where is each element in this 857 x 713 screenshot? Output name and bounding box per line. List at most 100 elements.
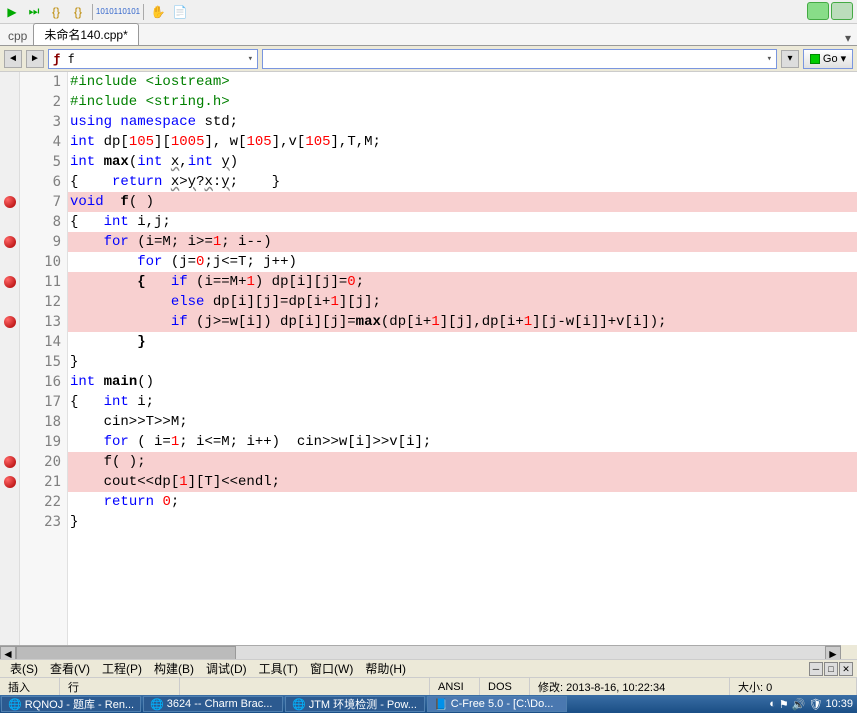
scope-combo[interactable] (262, 49, 777, 69)
line-number: 2 (20, 92, 61, 112)
taskbar-button[interactable]: 🌐3624 -- Charm Brac... (143, 696, 283, 712)
line-number: 16 (20, 372, 61, 392)
code-line[interactable]: { return x>y?x:y; } (68, 172, 857, 192)
code-line[interactable]: for (j=0;j<=T; j++) (68, 252, 857, 272)
breakpoint-gutter[interactable] (0, 72, 20, 645)
green-badge-icon[interactable] (807, 2, 829, 20)
taskbar-app-label: C-Free 5.0 - [C:\Do... (451, 698, 554, 710)
line-number: 20 (20, 452, 61, 472)
code-line[interactable]: { if (i==M+1) dp[i][j]=0; (68, 272, 857, 292)
code-line[interactable]: f( ); (68, 452, 857, 472)
line-number-gutter: 1234567891011121314151617181920212223 (20, 72, 68, 645)
code-line[interactable]: using namespace std; (68, 112, 857, 132)
line-number: 21 (20, 472, 61, 492)
code-line[interactable]: } (68, 512, 857, 532)
tab-prefix: cpp (2, 27, 33, 45)
code-line[interactable]: } (68, 352, 857, 372)
code-area[interactable]: #include <iostream>#include <string.h>us… (68, 72, 857, 645)
breakpoint-marker[interactable] (4, 316, 16, 328)
menu-item[interactable]: 构建(B) (150, 660, 198, 677)
line-number: 7 (20, 192, 61, 212)
line-number: 9 (20, 232, 61, 252)
note-icon[interactable]: 📄 (172, 4, 188, 20)
binary-icon[interactable]: 10101 (99, 4, 115, 20)
status-size: 大小: 0 (730, 678, 857, 695)
code-line[interactable]: if (j>=w[i]) dp[i][j]=max(dp[i+1][j],dp[… (68, 312, 857, 332)
code-line[interactable]: else dp[i][j]=dp[i+1][j]; (68, 292, 857, 312)
code-line[interactable]: #include <string.h> (68, 92, 857, 112)
code-line[interactable]: for ( i=1; i<=M; i++) cin>>w[i]>>v[i]; (68, 432, 857, 452)
step-icon[interactable]: ⏭ (26, 4, 42, 20)
menu-item[interactable]: 帮助(H) (361, 660, 410, 677)
binary2-icon[interactable]: 10101 (121, 4, 137, 20)
tray-icon[interactable]: ◐ (769, 698, 776, 710)
play-icon[interactable]: ▶ (4, 4, 20, 20)
code-line[interactable]: for (i=M; i>=1; i--) (68, 232, 857, 252)
menu-bar: 表(S)查看(V)工程(P)构建(B)调试(D)工具(T)窗口(W)帮助(H) (0, 659, 857, 677)
breakpoint-marker[interactable] (4, 196, 16, 208)
menu-item[interactable]: 工具(T) (255, 660, 302, 677)
close-button[interactable]: ✕ (839, 662, 853, 676)
line-number: 10 (20, 252, 61, 272)
nav-back-button[interactable]: ◄ (4, 50, 22, 68)
go-label: Go (823, 53, 838, 65)
status-eol: DOS (480, 678, 530, 695)
file-tab[interactable]: 未命名140.cpp* (33, 23, 138, 45)
code-line[interactable]: int dp[105][1005], w[105],v[105],T,M; (68, 132, 857, 152)
nav-fwd-button[interactable]: ► (26, 50, 44, 68)
code-line[interactable]: { int i,j; (68, 212, 857, 232)
code-line[interactable]: #include <iostream> (68, 72, 857, 92)
taskbar-app-label: RQNOJ - 题库 - Ren... (25, 696, 134, 712)
taskbar-app-icon: 📘 (434, 698, 448, 711)
tab-dropdown-icon[interactable]: ▾ (845, 31, 851, 45)
breakpoint-marker[interactable] (4, 236, 16, 248)
breakpoint-marker[interactable] (4, 456, 16, 468)
restore-button[interactable]: □ (824, 662, 838, 676)
menu-item[interactable]: 调试(D) (202, 660, 251, 677)
tray-icon[interactable]: 🔊 (792, 698, 806, 711)
line-number: 1 (20, 72, 61, 92)
hand-icon[interactable]: ✋ (150, 4, 166, 20)
minimize-button[interactable]: ─ (809, 662, 823, 676)
menu-item[interactable]: 窗口(W) (306, 660, 357, 677)
breakpoint-marker[interactable] (4, 476, 16, 488)
tray-clock[interactable]: 10:39 (825, 698, 853, 710)
taskbar-app-label: 3624 -- Charm Brac... (167, 698, 273, 710)
system-tray[interactable]: ◐ ⚑ 🔊 🛡 10:39 (765, 698, 857, 711)
code-line[interactable]: cout<<dp[1][T]<<endl; (68, 472, 857, 492)
code-line[interactable]: void f( ) (68, 192, 857, 212)
status-insert: 插入 (0, 678, 60, 695)
line-number: 11 (20, 272, 61, 292)
func-symbol-icon: ƒ (53, 52, 60, 66)
line-number: 12 (20, 292, 61, 312)
symbol-combo[interactable]: ƒ f (48, 49, 258, 69)
tray-icon[interactable]: 🛡 (809, 698, 823, 711)
code-line[interactable]: { int i; (68, 392, 857, 412)
file-tab-label: 未命名140.cpp* (44, 28, 127, 42)
taskbar-app-icon: 🌐 (8, 698, 22, 711)
menu-item[interactable]: 工程(P) (98, 660, 146, 677)
braces2-icon[interactable]: {} (70, 4, 86, 20)
taskbar-button[interactable]: 📘C-Free 5.0 - [C:\Do... (427, 696, 567, 712)
green-badge2-icon[interactable] (831, 2, 853, 20)
code-line[interactable]: return 0; (68, 492, 857, 512)
menu-item[interactable]: 表(S) (6, 660, 42, 677)
taskbar-button[interactable]: 🌐JTM 环境检测 - Pow... (285, 696, 425, 712)
status-modified: 修改: 2013-8-16, 10:22:34 (530, 678, 730, 695)
code-line[interactable]: int max(int x,int y) (68, 152, 857, 172)
nav-dropdown-button[interactable]: ▾ (781, 50, 799, 68)
go-button[interactable]: Go ▾ (803, 49, 853, 69)
braces-icon[interactable]: {} (48, 4, 64, 20)
code-line[interactable]: cin>>T>>M; (68, 412, 857, 432)
taskbar-button[interactable]: 🌐RQNOJ - 题库 - Ren... (1, 696, 141, 712)
tray-icon[interactable]: ⚑ (779, 698, 789, 711)
line-number: 23 (20, 512, 61, 532)
menu-item[interactable]: 查看(V) (46, 660, 94, 677)
go-dropdown-icon[interactable]: ▾ (841, 52, 847, 65)
code-line[interactable]: } (68, 332, 857, 352)
status-line: 行 (60, 678, 180, 695)
breakpoint-marker[interactable] (4, 276, 16, 288)
top-toolbar: ▶ ⏭ {} {} 10101 10101 ✋ 📄 (0, 0, 857, 24)
code-line[interactable]: int main() (68, 372, 857, 392)
line-number: 19 (20, 432, 61, 452)
